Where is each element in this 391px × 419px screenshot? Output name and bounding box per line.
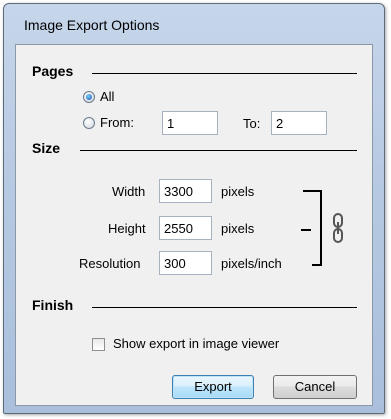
link-bracket-middle: [301, 229, 311, 231]
resolution-unit-label: pixels/inch: [221, 256, 282, 271]
show-in-viewer-label[interactable]: Show export in image viewer: [113, 336, 279, 351]
height-input[interactable]: [159, 216, 212, 240]
pages-section-title: Pages: [32, 63, 74, 79]
page-range-radio[interactable]: [83, 117, 95, 129]
finish-divider: [92, 307, 357, 308]
height-label: Height: [108, 221, 146, 236]
window-title: Image Export Options: [24, 17, 160, 33]
link-bracket-vertical: [320, 190, 322, 266]
width-label: Width: [112, 184, 146, 199]
dialog-body: Pages All From: To: Size Width pixels He…: [15, 44, 373, 406]
resolution-label: Resolution: [79, 256, 141, 271]
pages-divider: [92, 73, 357, 74]
width-unit-label: pixels: [221, 184, 255, 199]
finish-section-title: Finish: [32, 297, 74, 313]
height-unit-label: pixels: [221, 221, 255, 236]
page-to-input[interactable]: [271, 111, 327, 135]
resolution-input[interactable]: [159, 251, 212, 275]
size-divider: [80, 150, 357, 151]
all-pages-radio[interactable]: [83, 91, 95, 103]
title-bar[interactable]: Image Export Options: [4, 4, 384, 44]
page-range-from-label[interactable]: From:: [100, 115, 134, 130]
link-bracket-bottom: [312, 264, 322, 266]
export-button[interactable]: Export: [172, 375, 254, 399]
cancel-button[interactable]: Cancel: [273, 375, 357, 399]
all-pages-label[interactable]: All: [100, 89, 114, 104]
width-input[interactable]: [159, 179, 212, 203]
show-in-viewer-checkbox[interactable]: [92, 338, 105, 351]
page-from-input[interactable]: [162, 111, 218, 135]
size-section-title: Size: [32, 140, 61, 156]
image-export-dialog: Image Export Options Pages All From: To:…: [3, 3, 385, 414]
chain-link-icon[interactable]: [331, 213, 345, 243]
page-to-label: To:: [243, 116, 261, 131]
